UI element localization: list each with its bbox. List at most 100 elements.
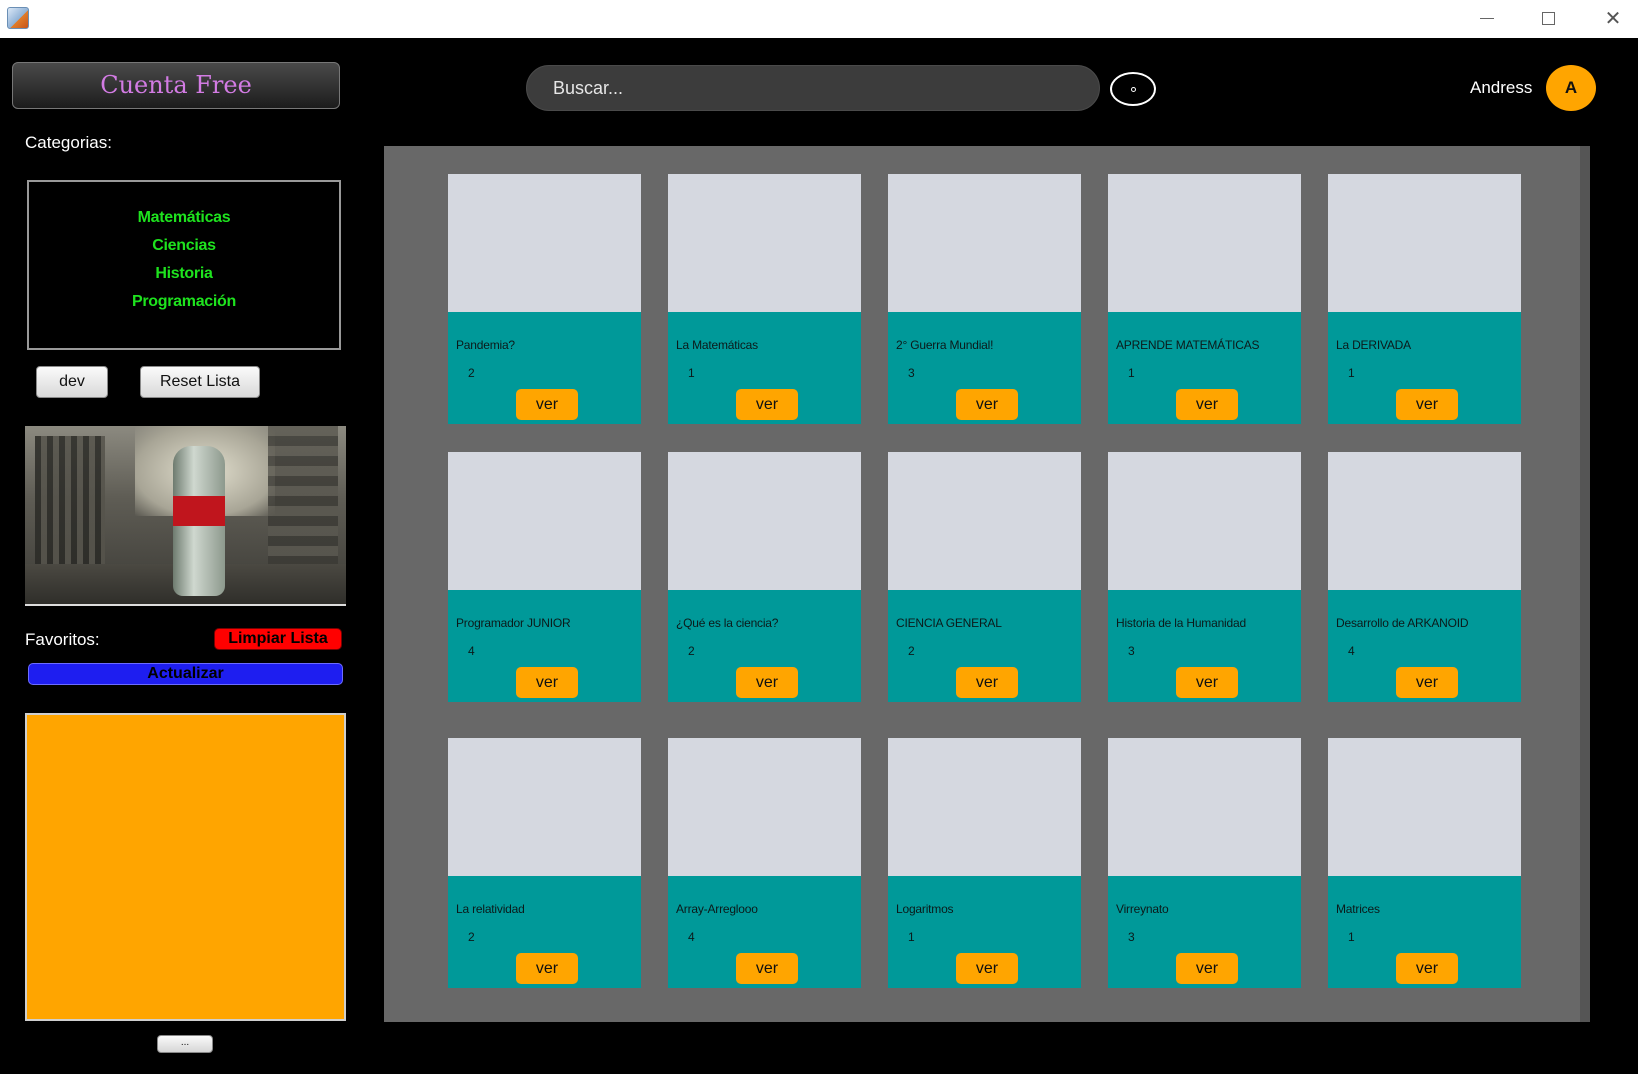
- card-title: Programador JUNIOR: [456, 616, 571, 630]
- user-name: Andress: [1470, 78, 1533, 97]
- content-card[interactable]: Historia de la Humanidad 3 ver: [1108, 452, 1301, 702]
- card-thumbnail: [668, 174, 861, 312]
- content-card[interactable]: Logaritmos 1 ver: [888, 738, 1081, 988]
- view-button[interactable]: ver: [516, 667, 578, 698]
- maximize-icon: [1542, 12, 1555, 25]
- card-title: La Matemáticas: [676, 338, 758, 352]
- avatar[interactable]: A: [1546, 65, 1596, 111]
- card-title: La DERIVADA: [1336, 338, 1411, 352]
- categories-label: Categorias:: [25, 133, 112, 152]
- view-button[interactable]: ver: [516, 953, 578, 984]
- view-button[interactable]: ver: [1396, 389, 1458, 420]
- card-thumbnail: [1108, 452, 1301, 590]
- card-count: 4: [468, 644, 475, 658]
- card-title: Virreynato: [1116, 902, 1169, 916]
- view-button[interactable]: ver: [956, 953, 1018, 984]
- content-card[interactable]: Matrices 1 ver: [1328, 738, 1521, 988]
- close-icon: ✕: [1604, 6, 1622, 30]
- content-card[interactable]: Desarrollo de ARKANOID 4 ver: [1328, 452, 1521, 702]
- more-button[interactable]: ...: [157, 1035, 213, 1053]
- categories-list: Matemáticas Ciencias Historia Programaci…: [27, 180, 341, 350]
- card-count: 3: [1128, 644, 1135, 658]
- card-thumbnail: [888, 452, 1081, 590]
- card-thumbnail: [448, 738, 641, 876]
- favorites-label: Favoritos:: [25, 630, 100, 649]
- card-thumbnail: [448, 452, 641, 590]
- view-button[interactable]: ver: [1176, 667, 1238, 698]
- view-button[interactable]: ver: [736, 667, 798, 698]
- account-button[interactable]: Cuenta Free: [12, 62, 340, 109]
- content-card[interactable]: ¿Qué es la ciencia? 2 ver: [668, 452, 861, 702]
- view-button[interactable]: ver: [516, 389, 578, 420]
- content-grid: Pandemia? 2 ver La Matemáticas 1 ver 2° Guerra…: [384, 146, 1590, 1022]
- category-item-matematicas[interactable]: Matemáticas: [29, 204, 339, 232]
- dev-button[interactable]: dev: [36, 366, 108, 398]
- view-button[interactable]: ver: [1176, 389, 1238, 420]
- view-button[interactable]: ver: [956, 389, 1018, 420]
- scrollbar[interactable]: [1580, 146, 1590, 1022]
- card-thumbnail: [668, 738, 861, 876]
- clear-list-button[interactable]: Limpiar Lista: [214, 628, 342, 650]
- card-title: APRENDE MATEMÁTICAS: [1116, 338, 1260, 352]
- card-title: ¿Qué es la ciencia?: [676, 616, 779, 630]
- category-item-historia[interactable]: Historia: [29, 260, 339, 288]
- card-count: 2: [468, 930, 475, 944]
- minimize-icon: [1480, 18, 1494, 19]
- card-thumbnail: [1328, 738, 1521, 876]
- view-button[interactable]: ver: [956, 667, 1018, 698]
- card-count: 4: [688, 930, 695, 944]
- category-item-ciencias[interactable]: Ciencias: [29, 232, 339, 260]
- card-title: Historia de la Humanidad: [1116, 616, 1246, 630]
- close-button[interactable]: ✕: [1590, 4, 1636, 32]
- card-thumbnail: [1328, 174, 1521, 312]
- card-thumbnail: [1328, 452, 1521, 590]
- card-count: 2: [908, 644, 915, 658]
- card-count: 1: [1128, 366, 1135, 380]
- content-card[interactable]: La Matemáticas 1 ver: [668, 174, 861, 424]
- search-icon[interactable]: [1110, 72, 1156, 106]
- card-count: 2: [688, 644, 695, 658]
- maximize-button[interactable]: [1526, 4, 1572, 32]
- card-title: Matrices: [1336, 902, 1380, 916]
- content-card[interactable]: CIENCIA GENERAL 2 ver: [888, 452, 1081, 702]
- category-item-programacion[interactable]: Programación: [29, 288, 339, 316]
- card-title: Array-Arreglooo: [676, 902, 758, 916]
- card-thumbnail: [1108, 738, 1301, 876]
- content-card[interactable]: Programador JUNIOR 4 ver: [448, 452, 641, 702]
- card-count: 1: [1348, 366, 1355, 380]
- minimize-button[interactable]: [1464, 4, 1510, 32]
- content-card[interactable]: Array-Arreglooo 4 ver: [668, 738, 861, 988]
- card-title: 2° Guerra Mundial!: [896, 338, 994, 352]
- view-button[interactable]: ver: [736, 389, 798, 420]
- content-card[interactable]: APRENDE MATEMÁTICAS 1 ver: [1108, 174, 1301, 424]
- view-button[interactable]: ver: [1176, 953, 1238, 984]
- reset-list-button[interactable]: Reset Lista: [140, 366, 260, 398]
- search-input[interactable]: [526, 65, 1100, 111]
- content-card[interactable]: Virreynato 3 ver: [1108, 738, 1301, 988]
- content-card[interactable]: Pandemia? 2 ver: [448, 174, 641, 424]
- card-title: La relatividad: [456, 902, 525, 916]
- content-card[interactable]: 2° Guerra Mundial! 3 ver: [888, 174, 1081, 424]
- card-count: 3: [1128, 930, 1135, 944]
- card-thumbnail: [1108, 174, 1301, 312]
- card-count: 1: [908, 930, 915, 944]
- java-app-icon: [7, 7, 29, 29]
- card-thumbnail: [888, 738, 1081, 876]
- favorites-panel: [25, 713, 346, 1021]
- card-title: Pandemia?: [456, 338, 515, 352]
- view-button[interactable]: ver: [1396, 953, 1458, 984]
- card-count: 1: [1348, 930, 1355, 944]
- content-card[interactable]: La relatividad 2 ver: [448, 738, 641, 988]
- content-card[interactable]: La DERIVADA 1 ver: [1328, 174, 1521, 424]
- card-thumbnail: [668, 452, 861, 590]
- window-title-bar: ✕: [0, 0, 1638, 38]
- view-button[interactable]: ver: [1396, 667, 1458, 698]
- card-title: Logaritmos: [896, 902, 954, 916]
- card-count: 3: [908, 366, 915, 380]
- update-button[interactable]: Actualizar: [28, 663, 343, 685]
- card-thumbnail: [448, 174, 641, 312]
- card-thumbnail: [888, 174, 1081, 312]
- card-count: 1: [688, 366, 695, 380]
- view-button[interactable]: ver: [736, 953, 798, 984]
- card-title: CIENCIA GENERAL: [896, 616, 1002, 630]
